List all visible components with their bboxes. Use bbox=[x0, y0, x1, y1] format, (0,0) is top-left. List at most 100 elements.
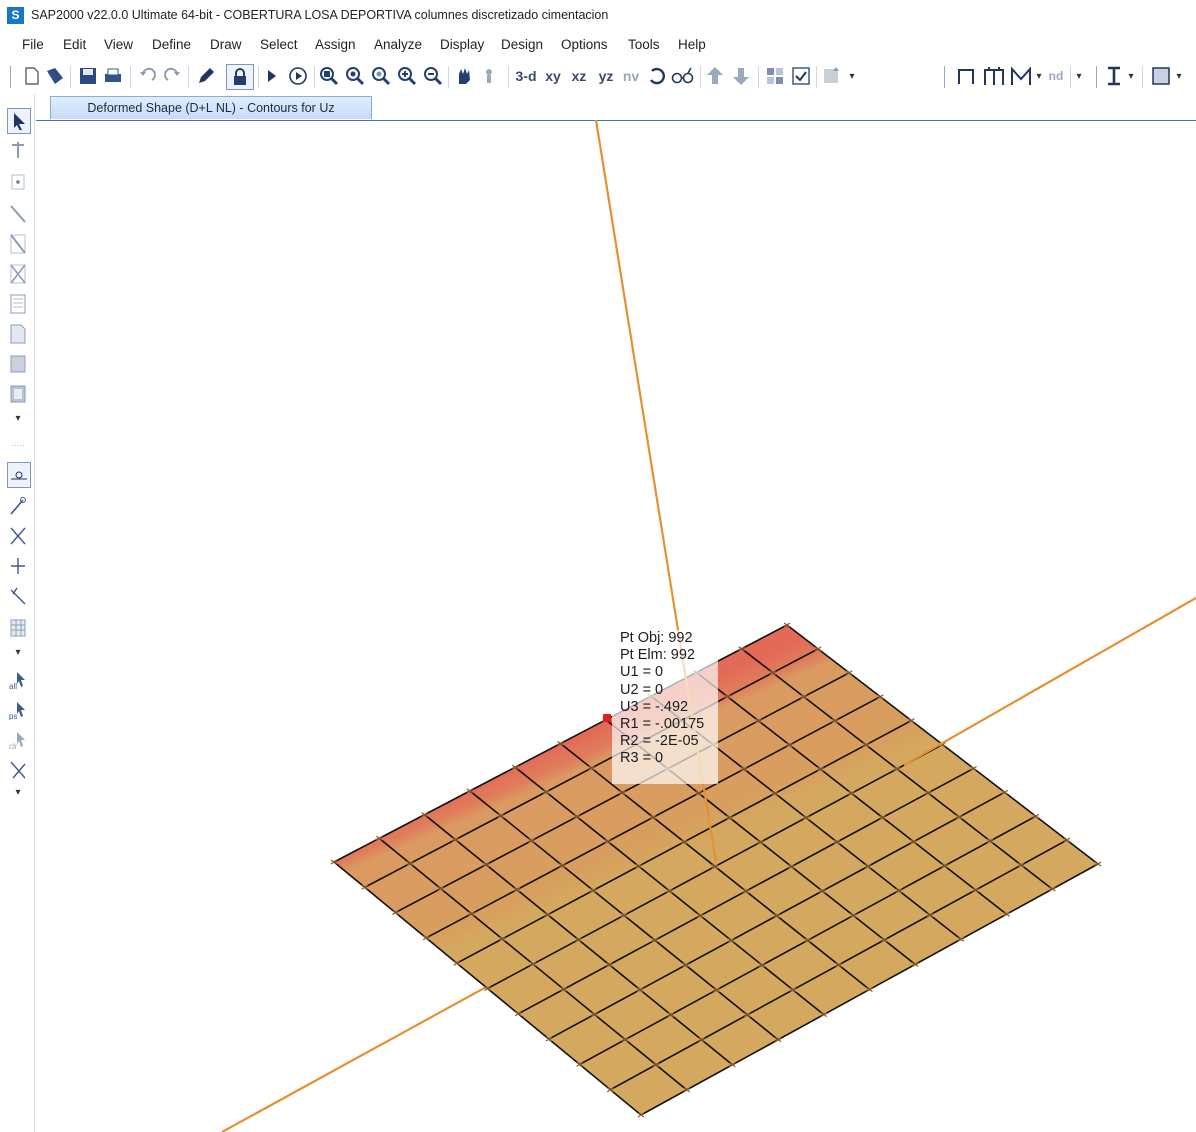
menu-bar: File Edit View Define Draw Select Assign… bbox=[0, 32, 1196, 58]
menu-assign[interactable]: Assign bbox=[315, 37, 356, 52]
tooltip-line: U3 = -.492 bbox=[620, 698, 689, 715]
select-all-icon[interactable]: all bbox=[7, 668, 29, 692]
run-analysis-icon[interactable] bbox=[286, 64, 310, 88]
menu-design[interactable]: Design bbox=[501, 37, 543, 52]
perspective-icon[interactable] bbox=[670, 64, 696, 88]
column-member bbox=[594, 120, 680, 631]
view-3d-button[interactable]: 3-d bbox=[512, 64, 540, 88]
lock-icon[interactable] bbox=[226, 64, 254, 90]
window-title: SAP2000 v22.0.0 Ultimate 64-bit - COBERT… bbox=[31, 8, 609, 22]
draw-area-icon[interactable] bbox=[7, 292, 29, 316]
selected-joint-marker bbox=[603, 714, 611, 722]
draw-rect-area-icon[interactable] bbox=[7, 352, 29, 376]
zoom-out-icon[interactable] bbox=[370, 64, 392, 88]
move-down-icon[interactable] bbox=[730, 64, 752, 88]
tab-deformed-shape[interactable]: Deformed Shape (D+L NL) - Contours for U… bbox=[50, 96, 372, 119]
model-view-canvas[interactable] bbox=[36, 120, 1196, 1132]
nd-button[interactable]: nd bbox=[1046, 64, 1066, 88]
main-toolbar: 3-d xy xz yz nv ▾ ▾ nd ▾ ▾ ▾ bbox=[0, 60, 1196, 94]
grid-icon[interactable] bbox=[820, 64, 846, 88]
menu-select[interactable]: Select bbox=[260, 37, 298, 52]
section-i-icon[interactable] bbox=[1104, 64, 1124, 88]
joint-info-tooltip: Pt Obj: 992 Pt Elm: 992 U1 = 0 U2 = 0 U3… bbox=[612, 630, 718, 784]
chevron-down-icon[interactable]: ▾ bbox=[1174, 64, 1184, 88]
view-xz-button[interactable]: xz bbox=[568, 64, 590, 88]
select-pointer-icon[interactable] bbox=[7, 108, 31, 134]
view-nv-button[interactable]: nv bbox=[620, 64, 642, 88]
save-icon[interactable] bbox=[78, 64, 98, 88]
run-icon[interactable] bbox=[264, 64, 280, 88]
draw-toolbar: ▾ ····· ▾ all ps clr ▾ bbox=[0, 94, 35, 1132]
rotate-view-icon[interactable] bbox=[646, 64, 668, 88]
checkbox-display-icon[interactable] bbox=[790, 64, 812, 88]
menu-tools[interactable]: Tools bbox=[628, 37, 660, 52]
move-up-icon[interactable] bbox=[704, 64, 726, 88]
draw-solid-icon[interactable] bbox=[7, 382, 29, 406]
select-previous-icon[interactable]: ps bbox=[7, 698, 29, 722]
snap-end-icon[interactable] bbox=[7, 494, 29, 518]
app-icon: S bbox=[7, 7, 24, 24]
set-display-icon[interactable] bbox=[764, 64, 786, 88]
menu-file[interactable]: File bbox=[22, 37, 44, 52]
view-yz-button[interactable]: yz bbox=[595, 64, 617, 88]
toolbar-grip: ····· bbox=[11, 440, 25, 450]
open-icon[interactable] bbox=[44, 64, 66, 88]
portal-frame-icon[interactable] bbox=[982, 64, 1006, 88]
redo-icon[interactable] bbox=[162, 64, 184, 88]
menu-draw[interactable]: Draw bbox=[210, 37, 242, 52]
window-tab-strip: Deformed Shape (D+L NL) - Contours for U… bbox=[36, 94, 1196, 121]
menu-define[interactable]: Define bbox=[152, 37, 191, 52]
snap-line-icon[interactable] bbox=[7, 584, 29, 608]
chevron-down-icon[interactable]: ▾ bbox=[1126, 64, 1136, 88]
svg-text:clr: clr bbox=[9, 742, 18, 750]
truss-icon[interactable] bbox=[1008, 64, 1034, 88]
tooltip-line: R1 = -.00175 bbox=[620, 716, 705, 733]
chevron-down-icon[interactable]: ▾ bbox=[846, 64, 858, 88]
svg-text:all: all bbox=[9, 682, 17, 690]
pan-icon[interactable] bbox=[452, 64, 476, 88]
zoom-window-icon[interactable] bbox=[318, 64, 340, 88]
zoom-in-icon[interactable] bbox=[344, 64, 366, 88]
chevron-down-icon[interactable]: ▾ bbox=[1074, 64, 1084, 88]
tooltip-line: Pt Elm: 992 bbox=[620, 647, 695, 664]
menu-edit[interactable]: Edit bbox=[63, 37, 86, 52]
tooltip-line: R2 = -2E-05 bbox=[620, 733, 699, 750]
menu-analyze[interactable]: Analyze bbox=[374, 37, 422, 52]
new-file-icon[interactable] bbox=[22, 64, 42, 88]
menu-help[interactable]: Help bbox=[678, 37, 706, 52]
menu-display[interactable]: Display bbox=[440, 37, 484, 52]
snap-grid-icon[interactable] bbox=[7, 616, 29, 640]
chevron-down-icon[interactable]: ▾ bbox=[7, 780, 29, 804]
chevron-down-icon[interactable]: ▾ bbox=[7, 640, 29, 664]
frame-icon[interactable] bbox=[954, 64, 978, 88]
svg-text:ps: ps bbox=[9, 712, 17, 720]
pencil-icon[interactable] bbox=[194, 64, 218, 88]
draw-poly-area-icon[interactable] bbox=[7, 322, 29, 346]
title-bar: S SAP2000 v22.0.0 Ultimate 64-bit - COBE… bbox=[0, 0, 1196, 32]
view-xy-button[interactable]: xy bbox=[542, 64, 564, 88]
area-section-icon[interactable] bbox=[1150, 64, 1172, 88]
quick-draw-frame-icon[interactable] bbox=[7, 232, 29, 256]
toolbar-grip bbox=[10, 66, 11, 88]
intersecting-line-select-icon[interactable] bbox=[7, 758, 29, 782]
tooltip-line: Pt Obj: 992 bbox=[620, 630, 693, 646]
draw-frame-icon[interactable] bbox=[7, 202, 29, 226]
snap-intersection-icon[interactable] bbox=[7, 524, 29, 548]
zoom-previous-icon[interactable] bbox=[422, 64, 444, 88]
tooltip-line: U2 = 0 bbox=[620, 681, 664, 698]
menu-options[interactable]: Options bbox=[561, 37, 608, 52]
draw-brace-icon[interactable] bbox=[7, 262, 29, 286]
clear-selection-icon[interactable]: clr bbox=[7, 728, 29, 752]
rotate-icon[interactable] bbox=[480, 64, 502, 88]
tooltip-line: U1 = 0 bbox=[620, 664, 664, 681]
draw-joint-icon[interactable] bbox=[7, 170, 29, 194]
menu-view[interactable]: View bbox=[104, 37, 133, 52]
print-icon[interactable] bbox=[102, 64, 124, 88]
snap-joint-icon[interactable] bbox=[7, 462, 31, 488]
undo-icon[interactable] bbox=[136, 64, 158, 88]
zoom-fit-icon[interactable] bbox=[396, 64, 418, 88]
chevron-down-icon[interactable]: ▾ bbox=[1034, 64, 1044, 88]
chevron-down-icon[interactable]: ▾ bbox=[7, 406, 29, 430]
reshaper-icon[interactable] bbox=[7, 138, 29, 162]
snap-perpendicular-icon[interactable] bbox=[7, 554, 29, 578]
